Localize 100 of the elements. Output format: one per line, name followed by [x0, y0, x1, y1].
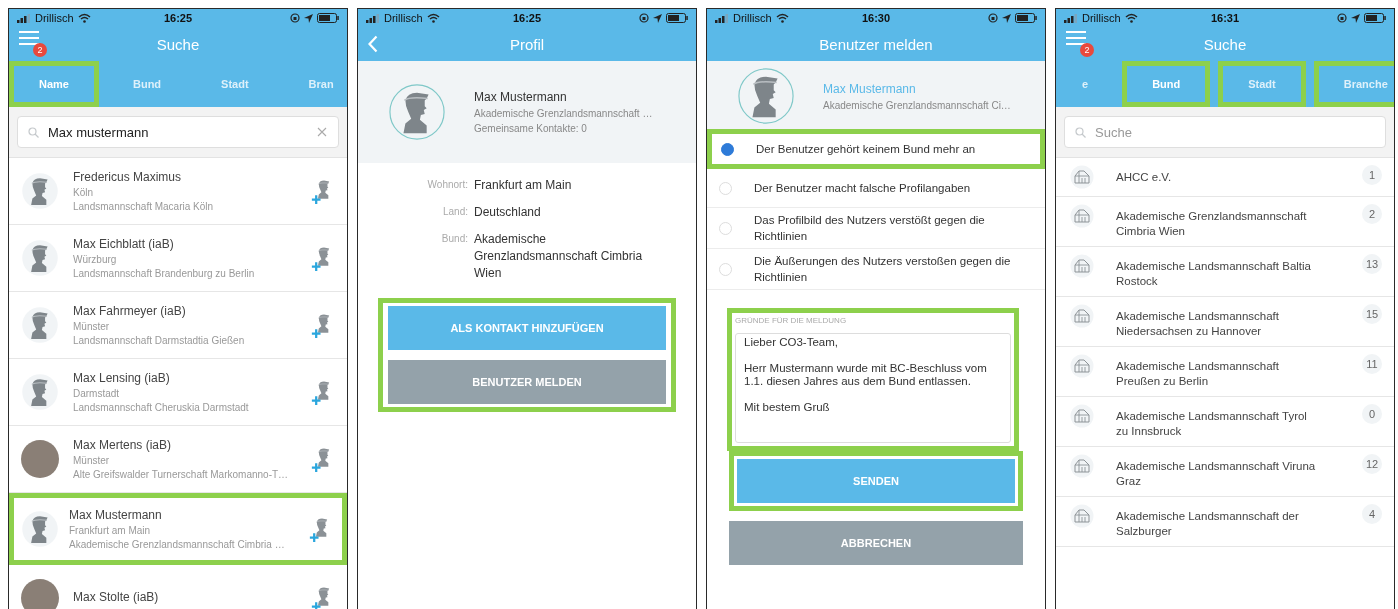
back-icon[interactable] — [368, 35, 378, 53]
wifi-icon — [77, 13, 91, 23]
silhouette-avatar — [21, 373, 59, 411]
person-bund: Landsmannschaft Cheruskia Darmstadt — [73, 402, 250, 413]
person-bund: Landsmannschaft Brandenburg zu Berlin — [73, 268, 256, 279]
search-icon — [28, 127, 39, 138]
person-city: Münster — [73, 455, 111, 466]
silhouette-avatar — [21, 172, 59, 210]
person-row[interactable]: Max Mertens (iaB) Münster Alte Greifswalder Turnerschaft Markomanno-T… — [9, 426, 347, 493]
search-icon — [1075, 127, 1086, 138]
bund-row[interactable]: Akademische Landsmannschaft Tyrol zu Innsbruck 0 — [1056, 397, 1394, 447]
reason-option[interactable]: Der Benutzer macht falsche Profilangaben — [707, 169, 1045, 208]
person-row[interactable]: Fredericus Maximus Köln Landsmannschaft Macaria Köln — [9, 158, 347, 225]
wifi-icon — [426, 13, 440, 23]
reason-option[interactable]: Das Profilbild des Nutzers verstößt gegen die Richtlinien — [707, 208, 1045, 249]
battery-icon — [1364, 13, 1386, 23]
search-field[interactable]: Max mustermann — [17, 116, 339, 148]
building-icon — [1070, 165, 1094, 189]
silhouette-avatar — [388, 83, 446, 141]
bund-name: Akademische Landsmannschaft Viruna Graz — [1116, 459, 1317, 489]
signal-icon — [1064, 13, 1078, 23]
silhouette-avatar — [737, 67, 795, 125]
silhouette-avatar — [21, 239, 59, 277]
person-row[interactable]: Max Eichblatt (iaB) Würzburg Landsmannschaft Brandenburg zu Berlin — [9, 225, 347, 292]
person-name: Fredericus Maximus — [73, 170, 183, 184]
status-time: 16:30 — [861, 12, 891, 24]
bund-row[interactable]: Akademische Landsmannschaft Baltia Rostock 13 — [1056, 247, 1394, 297]
member-count: 2 — [1362, 204, 1382, 224]
notification-badge: 2 — [1080, 43, 1094, 57]
rotation-lock-icon — [290, 13, 300, 23]
status-time: 16:25 — [512, 12, 542, 24]
building-icon — [1070, 404, 1094, 428]
member-count: 15 — [1362, 304, 1382, 324]
rotation-lock-icon — [988, 13, 998, 23]
location-icon — [1351, 13, 1360, 23]
screen-title: Suche — [1203, 35, 1247, 53]
reason-option[interactable]: Die Äußerungen des Nutzers verstoßen gegen die Richtlinien — [707, 249, 1045, 290]
notification-badge: 2 — [33, 43, 47, 57]
member-count: 12 — [1362, 454, 1382, 474]
building-icon — [1070, 354, 1094, 378]
building-icon — [1070, 504, 1094, 528]
bund-name: Akademische Landsmannschaft Baltia Rostock — [1116, 259, 1312, 289]
bund-row[interactable]: AHCC e.V. 1 — [1056, 158, 1394, 197]
person-city: Münster — [73, 321, 111, 332]
photo-placeholder — [21, 440, 59, 478]
profile-bund: Akademische Grenzlandsmannschaft … — [474, 108, 653, 119]
bund-name: AHCC e.V. — [1116, 170, 1173, 185]
person-row[interactable]: Max Fahrmeyer (iaB) Münster Landsmannschaft Darmstadtia Gießen — [9, 292, 347, 359]
person-row[interactable]: Max Lensing (iaB) Darmstadt Landsmannschaft Cheruskia Darmstadt — [9, 359, 347, 426]
carrier-name: Drillisch — [733, 12, 772, 24]
search-field[interactable]: Suche — [1064, 116, 1386, 148]
message-field[interactable]: Lieber CO3-Team, Herr Mustermann wurde mit BC-Beschluss vom 1.1. diesen Jahres aus dem Bund entlassen. Mit bestem Gruß — [735, 333, 1011, 443]
bund-row[interactable]: Akademische Landsmannschaft Niedersachsen zu Hannover 15 — [1056, 297, 1394, 347]
radio-button[interactable] — [721, 142, 734, 156]
person-row[interactable]: Max Mustermann Frankfurt am Main Akademische Grenzlandsmannschaft Cimbria … — [17, 501, 339, 557]
silhouette-avatar — [21, 510, 59, 548]
detail-label: Land: — [441, 205, 468, 219]
wifi-icon — [1124, 13, 1138, 23]
person-name: Max Stolte (iaB) — [73, 589, 160, 604]
menu-icon[interactable] — [1066, 30, 1086, 46]
detail-value: Deutschland — [474, 204, 542, 221]
person-bund: Landsmannschaft Macaria Köln — [73, 201, 215, 212]
person-row[interactable]: Max Stolte (iaB) — [9, 565, 347, 609]
member-count: 13 — [1362, 254, 1382, 274]
battery-icon — [1015, 13, 1037, 23]
bund-name: Akademische Landsmannschaft der Salzburger — [1116, 509, 1300, 539]
detail-label: Wohnort: — [426, 178, 468, 192]
rotation-lock-icon — [639, 13, 649, 23]
bund-row[interactable]: Akademische Landsmannschaft Viruna Graz 12 — [1056, 447, 1394, 497]
location-icon — [1002, 13, 1011, 23]
bund-row[interactable]: Akademische Landsmannschaft Preußen zu Berlin 11 — [1056, 347, 1394, 397]
profile-name: Max Mustermann — [823, 81, 917, 96]
person-name: Max Fahrmeyer (iaB) — [73, 304, 187, 318]
detail-value: Akademische Grenzlandsmannschaft Cimbria Wien — [474, 231, 644, 282]
detail-value: Frankfurt am Main — [474, 177, 573, 194]
member-count: 4 — [1362, 504, 1382, 524]
person-bund: Akademische Grenzlandsmannschaft Cimbria … — [69, 539, 286, 550]
bund-row[interactable]: Akademische Landsmannschaft der Salzburger 4 — [1056, 497, 1394, 547]
signal-icon — [366, 13, 380, 23]
person-bund: Alte Greifswalder Turnerschaft Markomanno-T… — [73, 469, 290, 480]
status-time: 16:25 — [163, 12, 193, 24]
person-city: Köln — [73, 187, 94, 198]
reason-text: Die Äußerungen des Nutzers verstoßen gegen die Richtlinien — [754, 254, 1012, 285]
bund-name: Akademische Grenzlandsmannschaft Cimbria Wien — [1116, 209, 1308, 239]
menu-icon[interactable] — [19, 30, 39, 46]
building-icon — [1070, 454, 1094, 478]
rotation-lock-icon — [1337, 13, 1347, 23]
carrier-name: Drillisch — [35, 12, 74, 24]
reason-option[interactable]: Der Benutzer gehört keinem Bund mehr an — [715, 137, 1037, 161]
photo-placeholder — [21, 579, 59, 609]
bund-row[interactable]: Akademische Grenzlandsmannschaft Cimbria Wien 2 — [1056, 197, 1394, 247]
building-icon — [1070, 204, 1094, 228]
person-city: Frankfurt am Main — [69, 525, 152, 536]
profile-name: Max Mustermann — [474, 90, 568, 104]
clear-icon[interactable] — [317, 127, 327, 137]
person-city: Darmstadt — [73, 388, 121, 399]
wifi-icon — [775, 13, 789, 23]
mutual-contacts: Gemeinsame Kontakte: 0 — [474, 123, 588, 134]
member-count: 1 — [1362, 165, 1382, 185]
reason-text: Der Benutzer gehört keinem Bund mehr an — [756, 142, 976, 157]
